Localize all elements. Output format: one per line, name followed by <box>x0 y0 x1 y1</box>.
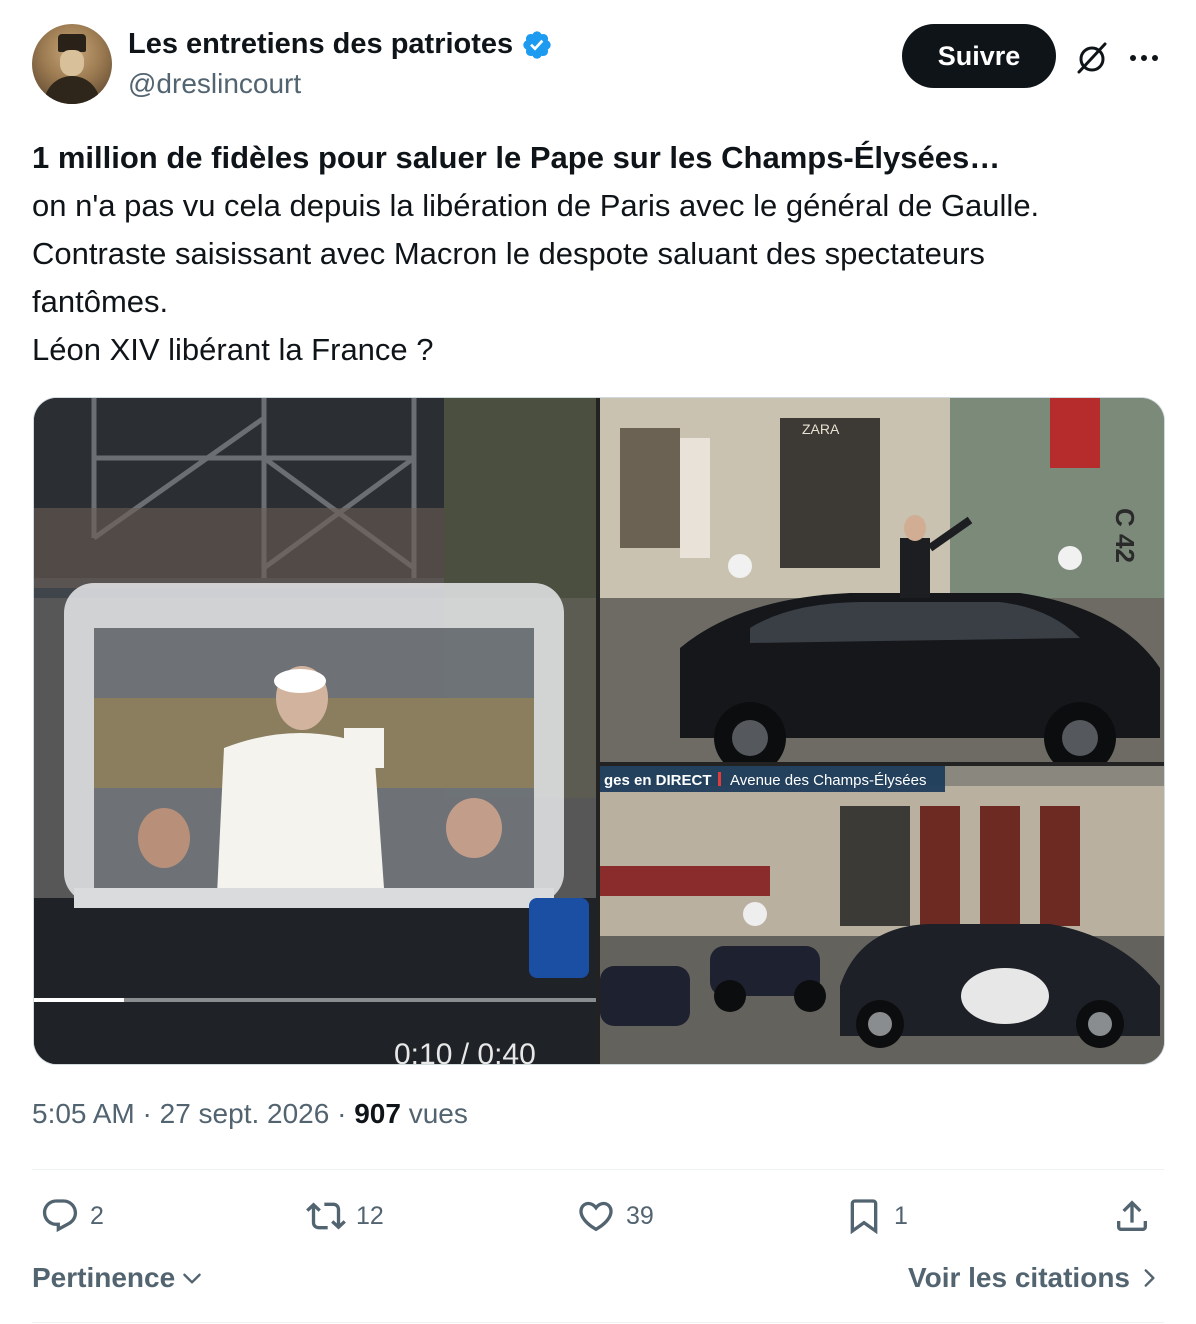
tweet-line: Contraste saisissant avec Macron le desp… <box>32 236 985 271</box>
views-count: 907 <box>354 1098 401 1129</box>
motorcade-image: ges en DIRECT Avenue des Champs-Élysées <box>600 766 1164 1064</box>
action-bar: 2 12 39 1 <box>32 1196 1164 1244</box>
tweet-text: 1 million de fidèles pour saluer le Pape… <box>32 134 1164 374</box>
macron-car-image: ZARA C 42 <box>600 398 1164 762</box>
tweet-line: Léon XIV libérant la France ? <box>32 332 434 367</box>
video-popemobile[interactable]: 0:10 / 0:40 <box>34 398 596 1064</box>
tv-banner: ges en DIRECT <box>604 772 712 789</box>
repost-button[interactable]: 12 <box>306 1196 384 1236</box>
divider <box>32 1322 1164 1323</box>
reply-icon <box>42 1199 78 1233</box>
display-name[interactable]: Les entretiens des patriotes <box>128 28 513 61</box>
bookmark-count: 1 <box>894 1201 908 1230</box>
sort-label: Pertinence <box>32 1262 176 1293</box>
like-count: 39 <box>626 1201 654 1230</box>
tv-location: Avenue des Champs-Élysées <box>730 772 927 789</box>
view-quotes-label: Voir les citations <box>908 1262 1130 1293</box>
tweet-header: Les entretiens des patriotes @dreslincou… <box>32 24 1164 108</box>
share-button[interactable] <box>1112 1196 1152 1236</box>
share-icon <box>1117 1200 1147 1231</box>
verified-badge-icon <box>523 30 551 59</box>
avatar-face <box>60 50 84 76</box>
video-time: 0:10 / 0:40 <box>394 1038 536 1064</box>
meta-separator: · <box>337 1098 347 1129</box>
name-row: Les entretiens des patriotes <box>128 28 553 61</box>
avatar[interactable] <box>32 24 112 104</box>
chevron-right-icon <box>1144 1269 1155 1287</box>
handle[interactable]: @dreslincourt <box>128 68 301 100</box>
reply-button[interactable]: 2 <box>40 1196 104 1236</box>
tweet-line: fantômes. <box>32 284 169 319</box>
tweet-line: on n'a pas vu cela depuis la libération … <box>32 188 1040 223</box>
reply-count: 2 <box>90 1201 104 1230</box>
views-label: vues <box>408 1098 468 1129</box>
like-button[interactable]: 39 <box>576 1196 654 1236</box>
photo-motorcade[interactable]: ges en DIRECT Avenue des Champs-Élysées <box>600 766 1164 1064</box>
building-number: C 42 <box>1110 508 1140 563</box>
tweet-line-headline: 1 million de fidèles pour saluer le Pape… <box>32 140 1001 175</box>
more-icon[interactable] <box>1124 38 1164 78</box>
repost-icon <box>306 1202 346 1230</box>
chevron-down-icon <box>183 1273 201 1284</box>
tweet-time[interactable]: 5:05 AM <box>32 1098 135 1129</box>
shop-sign: ZARA <box>802 421 840 437</box>
tweet-media[interactable]: 0:10 / 0:40 ZARA C 42 ges en DIRECT Aven… <box>33 397 1165 1065</box>
divider <box>32 1169 1164 1170</box>
repost-count: 12 <box>356 1201 384 1230</box>
grok-icon[interactable] <box>1072 38 1112 78</box>
popemobile-image: 0:10 / 0:40 <box>34 398 596 1064</box>
photo-macron-car[interactable]: ZARA C 42 <box>600 398 1164 762</box>
view-quotes-link[interactable]: Voir les citations <box>908 1262 1160 1294</box>
like-icon <box>579 1201 613 1232</box>
bookmark-button[interactable]: 1 <box>844 1196 908 1236</box>
bookmark-icon <box>850 1199 878 1235</box>
tweet-date[interactable]: 27 sept. 2026 <box>160 1098 330 1129</box>
follow-button[interactable]: Suivre <box>902 24 1056 88</box>
sort-dropdown[interactable]: Pertinence <box>32 1262 205 1294</box>
avatar-coat <box>44 76 100 104</box>
meta-separator: · <box>142 1098 152 1129</box>
tweet-meta: 5:05 AM · 27 sept. 2026 · 907 vues <box>32 1098 468 1130</box>
